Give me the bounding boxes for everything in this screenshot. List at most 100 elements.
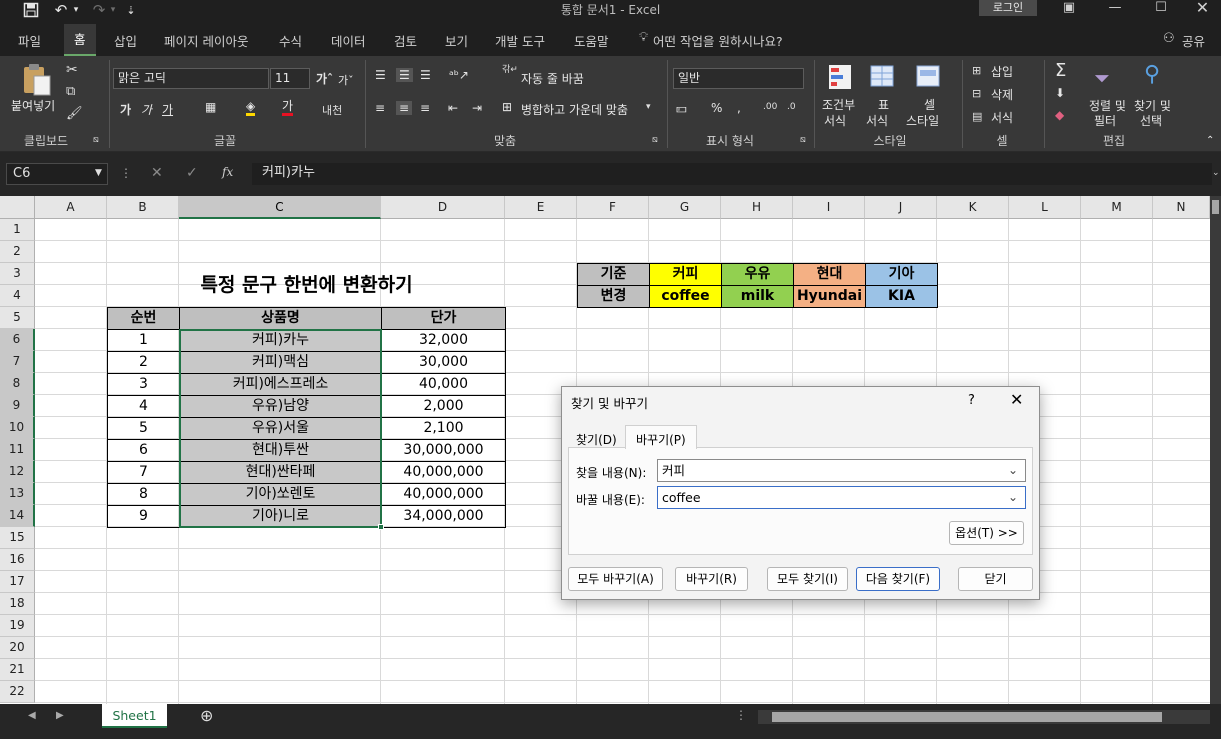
- column-header-j[interactable]: J: [865, 196, 937, 219]
- row-header-2[interactable]: 2: [0, 241, 35, 263]
- minimize-icon[interactable]: —: [1092, 0, 1138, 18]
- table-cell-price[interactable]: 34,000,000: [381, 505, 506, 528]
- table-cell-price[interactable]: 40,000,000: [381, 461, 506, 484]
- row-header-6[interactable]: 6: [0, 329, 35, 351]
- table-cell-price[interactable]: 40,000,000: [381, 483, 506, 506]
- decrease-decimal-icon[interactable]: .0: [787, 102, 796, 112]
- copy-icon[interactable]: ⧉: [66, 84, 75, 99]
- wrap-text-button[interactable]: 자동 줄 바꿈: [521, 70, 584, 87]
- row-header-19[interactable]: 19: [0, 615, 35, 637]
- table-header-cell[interactable]: 상품명: [179, 307, 382, 330]
- font-size-combo[interactable]: 11: [270, 68, 310, 89]
- row-header-1[interactable]: 1: [0, 219, 35, 241]
- row-header-21[interactable]: 21: [0, 659, 35, 681]
- table-cell-index[interactable]: 1: [107, 329, 180, 352]
- tab-formulas[interactable]: 수식: [279, 31, 302, 50]
- italic-icon[interactable]: 가: [141, 101, 152, 118]
- row-header-10[interactable]: 10: [0, 417, 35, 439]
- column-header-h[interactable]: H: [721, 196, 793, 219]
- align-left-icon[interactable]: ≡: [375, 101, 385, 115]
- underline-icon[interactable]: 가: [162, 101, 173, 118]
- table-cell-index[interactable]: 3: [107, 373, 180, 396]
- mapping-cell-to[interactable]: Hyundai: [793, 285, 866, 308]
- insert-function-icon[interactable]: fx: [222, 165, 233, 179]
- row-header-13[interactable]: 13: [0, 483, 35, 505]
- increase-indent-icon[interactable]: ⇥: [472, 101, 482, 115]
- increase-decimal-icon[interactable]: .00: [763, 102, 777, 112]
- row-header-18[interactable]: 18: [0, 593, 35, 615]
- confirm-entry-icon[interactable]: ✓: [186, 165, 198, 181]
- tell-me-search[interactable]: 어떤 작업을 원하시나요?: [653, 31, 783, 50]
- column-header-d[interactable]: D: [381, 196, 505, 219]
- select-all-corner[interactable]: [0, 196, 35, 219]
- autosum-icon[interactable]: Σ: [1055, 60, 1066, 81]
- percent-icon[interactable]: %: [711, 101, 722, 115]
- horizontal-scroll-thumb[interactable]: [772, 712, 1162, 722]
- mapping-cell-to[interactable]: coffee: [649, 285, 722, 308]
- font-name-combo[interactable]: 맑은 고딕: [113, 68, 269, 89]
- table-cell-price[interactable]: 30,000: [381, 351, 506, 374]
- row-header-9[interactable]: 9: [0, 395, 35, 417]
- merge-dropdown-icon[interactable]: ▾: [646, 102, 651, 112]
- tab-home[interactable]: 홈: [64, 24, 96, 56]
- table-cell-price[interactable]: 2,100: [381, 417, 506, 440]
- column-header-m[interactable]: M: [1081, 196, 1153, 219]
- replace-all-button[interactable]: 모두 바꾸기(A): [568, 567, 663, 591]
- format-cells-button[interactable]: 서식: [991, 109, 1013, 126]
- align-center-icon[interactable]: ≡: [396, 101, 413, 115]
- maximize-icon[interactable]: ☐: [1138, 0, 1184, 18]
- cell-styles-icon[interactable]: [915, 63, 945, 91]
- comma-icon[interactable]: ,: [737, 101, 741, 115]
- tab-replace[interactable]: 바꾸기(P): [625, 425, 697, 449]
- align-launcher-icon[interactable]: ⧅: [652, 135, 658, 145]
- tab-view[interactable]: 보기: [445, 31, 468, 50]
- dialog-close-button[interactable]: 닫기: [958, 567, 1033, 591]
- fill-color-icon[interactable]: ◈: [246, 99, 256, 116]
- insert-cells-button[interactable]: 삽입: [991, 63, 1013, 80]
- tab-insert[interactable]: 삽입: [114, 31, 137, 50]
- format-painter-icon[interactable]: 🖌︎: [66, 106, 83, 121]
- table-cell-price[interactable]: 40,000: [381, 373, 506, 396]
- table-cell-index[interactable]: 9: [107, 505, 180, 528]
- tab-page-layout[interactable]: 페이지 레이아웃: [164, 31, 248, 50]
- sort-filter-icon[interactable]: ⏷: [1094, 66, 1110, 90]
- clear-icon[interactable]: ◆: [1055, 108, 1064, 122]
- tab-help[interactable]: 도움말: [574, 31, 609, 50]
- collapse-ribbon-icon[interactable]: ⌃: [1206, 135, 1214, 146]
- share-button[interactable]: 공유: [1182, 31, 1205, 50]
- table-cell-index[interactable]: 2: [107, 351, 180, 374]
- mapping-cell-from[interactable]: 커피: [649, 263, 722, 286]
- tab-data[interactable]: 데이터: [331, 31, 366, 50]
- table-cell-index[interactable]: 8: [107, 483, 180, 506]
- replace-button[interactable]: 바꾸기(R): [675, 567, 748, 591]
- table-cell-price[interactable]: 2,000: [381, 395, 506, 418]
- mapping-cell-from[interactable]: 기아: [865, 263, 938, 286]
- row-header-11[interactable]: 11: [0, 439, 35, 461]
- dialog-close-icon[interactable]: ✕: [1010, 390, 1023, 409]
- new-sheet-icon[interactable]: ⊕: [200, 706, 213, 725]
- mapping-label-from[interactable]: 기준: [577, 263, 650, 286]
- row-header-17[interactable]: 17: [0, 571, 35, 593]
- fill-icon[interactable]: ⬇: [1055, 86, 1065, 100]
- close-window-icon[interactable]: ✕: [1184, 0, 1221, 18]
- column-header-e[interactable]: E: [505, 196, 577, 219]
- name-box[interactable]: C6: [6, 163, 108, 185]
- table-cell-price[interactable]: 32,000: [381, 329, 506, 352]
- column-header-b[interactable]: B: [107, 196, 179, 219]
- tab-review[interactable]: 검토: [394, 31, 417, 50]
- cancel-entry-icon[interactable]: ✕: [151, 165, 163, 181]
- mapping-label-to[interactable]: 변경: [577, 285, 650, 308]
- conditional-format-icon[interactable]: [827, 63, 855, 91]
- row-header-15[interactable]: 15: [0, 527, 35, 549]
- expand-formula-icon[interactable]: ⌄: [1212, 168, 1220, 178]
- conditional-format-button[interactable]: 조건부: [822, 96, 855, 113]
- insert-cells-icon[interactable]: ⊞: [972, 64, 981, 77]
- vertical-scrollbar[interactable]: [1210, 196, 1221, 704]
- row-header-4[interactable]: 4: [0, 285, 35, 307]
- mapping-cell-to[interactable]: KIA: [865, 285, 938, 308]
- grow-font-icon[interactable]: 가ˆ: [316, 70, 333, 87]
- paste-button[interactable]: 붙여넣기: [11, 97, 55, 114]
- mapping-cell-from[interactable]: 우유: [721, 263, 794, 286]
- table-header-cell[interactable]: 순번: [107, 307, 180, 330]
- table-header-cell[interactable]: 단가: [381, 307, 506, 330]
